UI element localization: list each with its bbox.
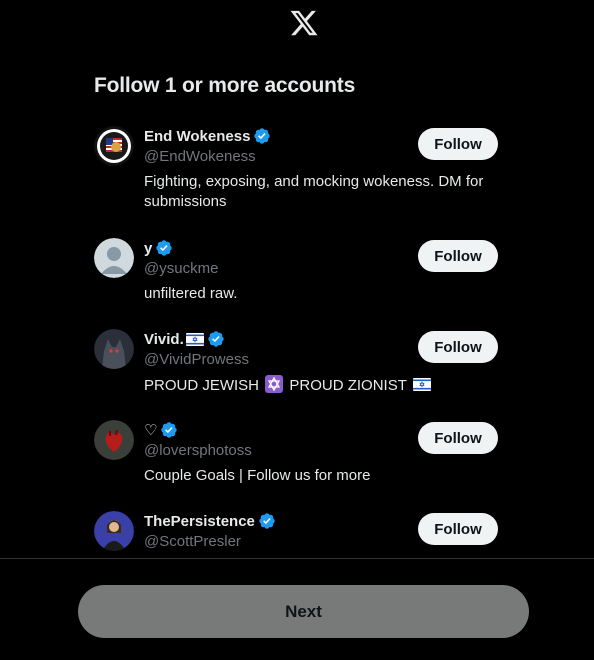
verified-badge-icon <box>161 422 178 438</box>
account-list[interactable]: End Wokeness @EndWokeness Fighting, expo… <box>0 112 594 558</box>
account-handle: @ysuckme <box>144 260 219 277</box>
verified-badge-icon <box>156 240 173 256</box>
account-handle: @loversphotoss <box>144 442 252 459</box>
israel-flag-icon <box>185 332 204 346</box>
account-handle: @VividProwess <box>144 351 249 368</box>
account-handle: @ScottPresler <box>144 533 241 550</box>
star-of-david-icon <box>265 375 284 393</box>
account-bio: Couple Goals | Follow us for more <box>144 467 371 484</box>
page-title: Follow 1 or more accounts <box>94 74 356 97</box>
follow-button[interactable]: Follow <box>418 240 498 272</box>
verified-badge-icon <box>208 331 224 347</box>
account-name[interactable]: End Wokeness <box>144 128 250 145</box>
avatar[interactable] <box>94 126 134 166</box>
account-name[interactable]: ♡ <box>144 421 157 439</box>
footer-divider <box>0 558 594 559</box>
avatar[interactable] <box>94 238 134 278</box>
account-name[interactable]: y <box>144 240 152 257</box>
avatar[interactable] <box>94 329 134 369</box>
follow-button[interactable]: Follow <box>418 422 498 454</box>
account-bio: unfiltered raw. <box>144 285 238 302</box>
x-logo-icon <box>290 10 318 36</box>
avatar[interactable] <box>94 511 134 551</box>
follow-button[interactable]: Follow <box>418 513 498 545</box>
verified-badge-icon <box>259 513 275 529</box>
account-bio: PROUD JEWISH PROUD ZIONIST <box>144 375 484 396</box>
account-bio: Fighting, exposing, and mocking wokeness… <box>144 173 484 210</box>
next-button[interactable]: Next <box>78 585 529 638</box>
verified-badge-icon <box>254 128 271 144</box>
follow-button[interactable]: Follow <box>418 331 498 363</box>
avatar[interactable] <box>94 420 134 460</box>
bio-text: PROUD ZIONIST <box>289 377 407 394</box>
account-name[interactable]: ThePersistence <box>144 513 255 530</box>
account-handle: @EndWokeness <box>144 148 256 165</box>
israel-flag-icon <box>412 378 431 391</box>
bio-text: PROUD JEWISH <box>144 377 260 394</box>
follow-button[interactable]: Follow <box>418 128 498 160</box>
account-name[interactable]: Vivid. <box>144 331 184 348</box>
